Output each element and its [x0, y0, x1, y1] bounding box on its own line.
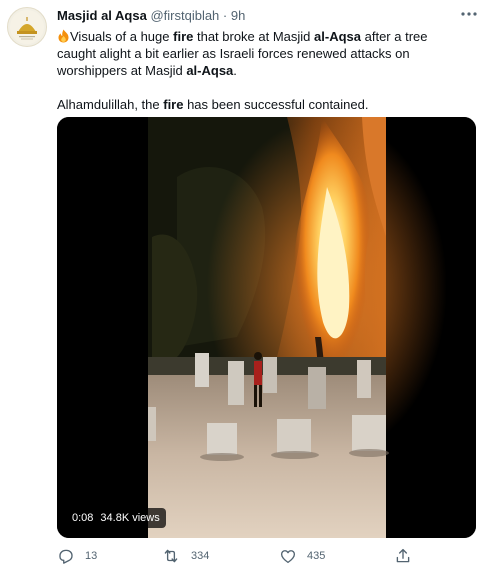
avatar-dome-logo [10, 10, 44, 44]
like-button[interactable]: 435 [279, 546, 325, 566]
reply-count: 13 [85, 550, 98, 562]
text-part: Alhamdulillah, the [57, 97, 164, 112]
retweet-count: 334 [191, 550, 210, 562]
like-count: 435 [307, 550, 326, 562]
author-handle[interactable]: @firstqiblah [150, 8, 219, 23]
tweet-header: Masjid al Aqsa @firstqiblah · 9h [57, 8, 245, 24]
reply-icon [59, 549, 73, 564]
text-part: has been successful contained. [183, 97, 369, 112]
fire-emoji-icon [58, 29, 69, 43]
avatar[interactable] [7, 7, 47, 47]
separator-dot: · [222, 8, 228, 23]
highlight-fire: fire [173, 29, 194, 44]
share-icon [396, 548, 410, 563]
timestamp[interactable]: 9h [231, 8, 245, 23]
author-name[interactable]: Masjid al Aqsa [57, 8, 147, 23]
text-part: . [233, 63, 237, 78]
tweet-paragraph-1: Visuals of a huge fire that broke at Mas… [57, 28, 467, 79]
reply-button[interactable]: 13 [57, 546, 97, 566]
tweet[interactable]: Masjid al Aqsa @firstqiblah · 9h Visuals… [0, 0, 487, 572]
more-icon [461, 12, 477, 16]
video-duration: 0:08 [72, 512, 94, 524]
text-part: Visuals of a huge [70, 29, 174, 44]
highlight-fire: fire [163, 97, 184, 112]
share-button[interactable] [394, 546, 412, 566]
tweet-paragraph-2: Alhamdulillah, the fire has been success… [57, 96, 467, 113]
like-icon [280, 550, 296, 564]
retweet-button[interactable]: 334 [161, 546, 209, 566]
video-info-badge: 0:08 34.8K views [66, 508, 166, 528]
highlight-al-aqsa: al-Aqsa [186, 63, 234, 78]
video-player[interactable]: 0:08 34.8K views [57, 117, 476, 538]
retweet-icon [164, 549, 178, 563]
video-views: 34.8K views [100, 512, 160, 524]
text-part: that broke at Masjid [193, 29, 315, 44]
tweet-actions: 13 334 435 [57, 546, 477, 566]
tweet-text: Visuals of a huge fire that broke at Mas… [57, 28, 467, 113]
more-button[interactable] [459, 4, 479, 24]
video-frame [57, 117, 476, 538]
highlight-al-aqsa: al-Aqsa [314, 29, 361, 44]
